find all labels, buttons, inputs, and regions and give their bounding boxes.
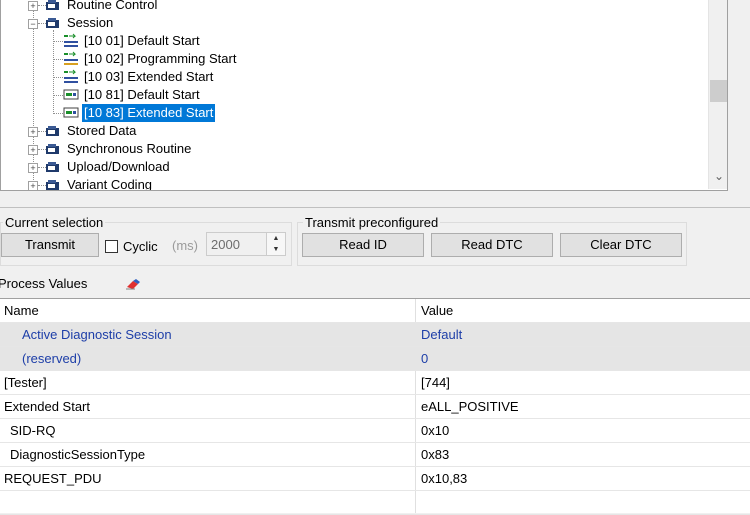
row-name: (reserved) xyxy=(22,351,82,366)
process-values-title: Process Values xyxy=(0,276,88,291)
current-selection-title: Current selection xyxy=(3,215,106,230)
folder-service-icon xyxy=(46,180,59,190)
request-icon xyxy=(63,107,79,118)
row-name: SID-RQ xyxy=(10,423,56,438)
tree-item-10-03[interactable]: [10 03] Extended Start xyxy=(1,68,701,86)
tree-item-upload-download[interactable]: + Upload/Download xyxy=(1,158,701,176)
eraser-icon[interactable] xyxy=(125,278,141,290)
interval-stepper[interactable]: 2000 ▲ ▼ xyxy=(206,232,286,256)
column-header-name[interactable]: Name xyxy=(4,299,39,322)
table-row[interactable]: DiagnosticSessionType 0x83 xyxy=(0,443,750,467)
row-value: 0 xyxy=(421,351,429,366)
tree-item-stored-data[interactable]: + Stored Data xyxy=(1,122,701,140)
row-name: REQUEST_PDU xyxy=(4,471,102,486)
transmit-button[interactable]: Transmit xyxy=(1,233,99,257)
expand-icon[interactable]: + xyxy=(28,1,38,11)
row-name: [Tester] xyxy=(4,375,47,390)
tree-item-label: Synchronous Routine xyxy=(67,141,192,156)
row-value: 0x83 xyxy=(421,447,450,462)
expand-icon[interactable]: + xyxy=(28,163,38,173)
table-row[interactable]: Extended Start eALL_POSITIVE xyxy=(0,395,750,419)
scrollbar-thumb[interactable] xyxy=(710,80,727,102)
sequence-icon xyxy=(64,51,78,65)
tree-item-session[interactable]: − Session xyxy=(1,14,701,32)
read-dtc-button[interactable]: Read DTC xyxy=(431,233,553,257)
table-row[interactable]: SID-RQ 0x10 xyxy=(0,419,750,443)
process-values-grid: Name Value Active Diagnostic Session Def… xyxy=(0,298,750,515)
expand-icon[interactable]: + xyxy=(28,181,38,190)
tree-item-label: Variant Coding xyxy=(67,177,153,191)
transmit-preconfigured-title: Transmit preconfigured xyxy=(303,215,441,230)
decrement-icon[interactable]: ▼ xyxy=(266,244,285,255)
tree-item-label: [10 81] Default Start xyxy=(84,87,200,102)
interval-value: 2000 xyxy=(211,237,240,252)
row-value: eALL_POSITIVE xyxy=(421,399,519,414)
table-row-empty xyxy=(0,491,750,515)
tree-item-variant-coding[interactable]: + Variant Coding xyxy=(1,176,701,191)
tree-item-label: Session xyxy=(67,15,114,30)
tree-item-10-02[interactable]: [10 02] Programming Start xyxy=(1,50,701,68)
folder-service-icon xyxy=(46,18,59,28)
read-id-button[interactable]: Read ID xyxy=(302,233,424,257)
tree-item-synchronous-routine[interactable]: + Synchronous Routine xyxy=(1,140,701,158)
clear-dtc-button[interactable]: Clear DTC xyxy=(560,233,682,257)
tree-item-label: [10 01] Default Start xyxy=(84,33,200,48)
cyclic-checkbox[interactable] xyxy=(105,240,118,253)
grid-header: Name Value xyxy=(0,299,750,323)
table-row[interactable]: [Tester] [744] xyxy=(0,371,750,395)
chevron-down-icon[interactable]: ⌄ xyxy=(713,170,725,182)
row-value: Default xyxy=(421,327,463,342)
collapse-icon[interactable]: − xyxy=(28,19,38,29)
sequence-icon xyxy=(64,69,78,83)
table-row[interactable]: Active Diagnostic Session Default xyxy=(0,323,750,347)
folder-service-icon xyxy=(46,0,59,10)
tree-vertical-scrollbar[interactable]: ⌄ xyxy=(708,0,727,189)
row-name: Active Diagnostic Session xyxy=(22,327,172,342)
interval-unit-label: (ms) xyxy=(172,238,198,253)
sequence-icon xyxy=(64,33,78,47)
increment-icon[interactable]: ▲ xyxy=(266,233,285,244)
table-row[interactable]: REQUEST_PDU 0x10,83 xyxy=(0,467,750,491)
row-name: DiagnosticSessionType xyxy=(10,447,146,462)
table-row[interactable]: (reserved) 0 xyxy=(0,347,750,371)
folder-service-icon xyxy=(46,162,59,172)
cyclic-label: Cyclic xyxy=(123,239,158,254)
column-header-value[interactable]: Value xyxy=(421,299,453,322)
expand-icon[interactable]: + xyxy=(28,145,38,155)
row-name: Extended Start xyxy=(4,399,90,414)
tree-item-10-81[interactable]: [10 81] Default Start xyxy=(1,86,701,104)
pane-splitter[interactable] xyxy=(0,207,750,208)
row-value: [744] xyxy=(421,375,450,390)
expand-icon[interactable]: + xyxy=(28,127,38,137)
tree-item-10-01[interactable]: [10 01] Default Start xyxy=(1,32,701,50)
tree-item-label: Stored Data xyxy=(67,123,137,138)
row-value: 0x10 xyxy=(421,423,450,438)
tree-item-label-selected: [10 83] Extended Start xyxy=(80,103,217,123)
tree-item-label: Routine Control xyxy=(67,0,158,12)
request-icon xyxy=(63,89,79,100)
row-value: 0x10,83 xyxy=(421,471,468,486)
tree-item-label: [10 02] Programming Start xyxy=(84,51,237,66)
folder-service-icon xyxy=(46,126,59,136)
diagnostic-tree[interactable]: + Routine Control − Session [10 01] Defa… xyxy=(0,0,728,191)
folder-service-icon xyxy=(46,144,59,154)
tree-item-routine-control[interactable]: + Routine Control xyxy=(1,0,701,14)
tree-item-label: Upload/Download xyxy=(67,159,170,174)
tree-item-10-83[interactable]: [10 83] Extended Start xyxy=(1,103,701,123)
tree-item-label: [10 03] Extended Start xyxy=(84,69,214,84)
